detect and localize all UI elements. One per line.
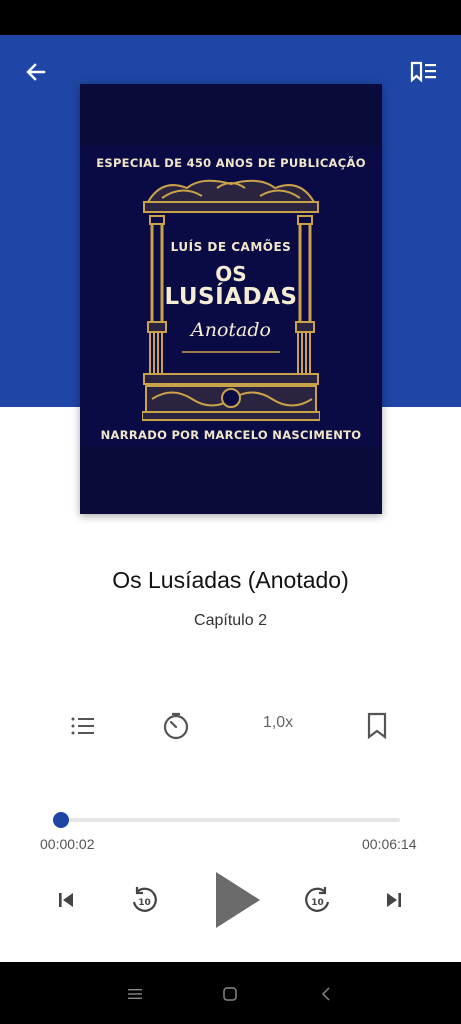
- bookmarks-list-button[interactable]: [406, 56, 442, 88]
- previous-button[interactable]: [50, 884, 82, 916]
- menu-icon: [128, 989, 142, 999]
- play-button[interactable]: [206, 870, 266, 930]
- svg-text:10: 10: [311, 898, 324, 908]
- cover-author: LUÍS DE CAMÕES: [170, 240, 292, 254]
- playback-speed-button[interactable]: 1,0x: [252, 714, 304, 732]
- time-total: 00:06:14: [362, 836, 417, 852]
- next-button[interactable]: [378, 884, 410, 916]
- forward-10-button[interactable]: 10: [298, 880, 338, 920]
- home-button[interactable]: [216, 980, 244, 1008]
- cover-title-line2: LUSÍADAS: [164, 284, 298, 310]
- arrow-left-icon: [26, 63, 46, 81]
- sleep-timer-icon: [163, 712, 189, 740]
- rewind-10-button[interactable]: 10: [124, 880, 164, 920]
- play-icon: [216, 872, 260, 928]
- progress-track[interactable]: [61, 818, 400, 822]
- cover-narrator: NARRADO POR MARCELO NASCIMENTO: [100, 428, 362, 442]
- book-cover: ESPECIAL DE 450 ANOS DE PUBLICAÇÃO LUÍS …: [80, 84, 382, 514]
- status-bar: [0, 0, 461, 35]
- skip-previous-icon: [59, 893, 73, 907]
- skip-next-icon: [387, 893, 401, 907]
- forward-10-icon: 10: [305, 887, 330, 912]
- cover-top-text: ESPECIAL DE 450 ANOS DE PUBLICAÇÃO: [96, 156, 366, 170]
- list-icon: [71, 717, 94, 735]
- cover-title-line1: OS: [215, 262, 247, 286]
- chapter-label: Capítulo 2: [194, 612, 267, 629]
- chapters-button[interactable]: [63, 706, 103, 746]
- progress-thumb[interactable]: [53, 812, 69, 828]
- bookmark-icon: [367, 712, 387, 740]
- svg-text:10: 10: [138, 898, 151, 908]
- system-navigation-bar: [0, 962, 461, 1024]
- bookmark-list-icon: [410, 61, 436, 83]
- book-title: Os Lusíadas (Anotado): [112, 567, 349, 593]
- replay-10-icon: 10: [132, 887, 157, 912]
- secondary-controls: 1,0x: [0, 706, 461, 746]
- player-controls: 10 10: [0, 868, 461, 932]
- home-square-icon: [223, 987, 237, 1001]
- chevron-left-icon: [321, 987, 330, 1001]
- bookmark-button[interactable]: [357, 706, 397, 746]
- recent-apps-button[interactable]: [121, 980, 149, 1008]
- sleep-timer-button[interactable]: [156, 706, 196, 746]
- cover-subtitle: Anotado: [191, 319, 271, 341]
- back-button[interactable]: [20, 56, 52, 88]
- system-back-button[interactable]: [312, 980, 340, 1008]
- time-elapsed: 00:00:02: [40, 836, 95, 852]
